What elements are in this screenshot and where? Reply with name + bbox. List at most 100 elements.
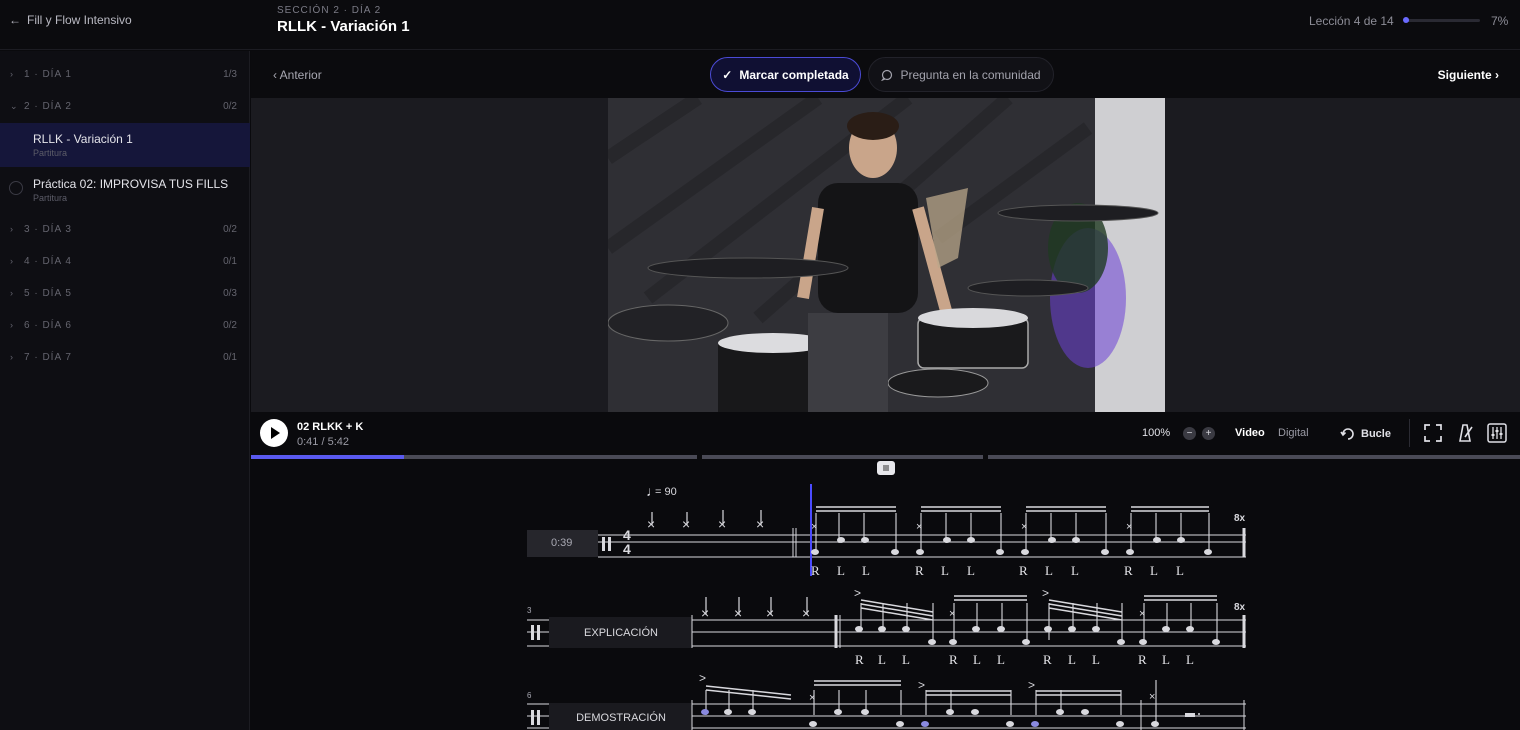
day-label: 3 · DÍA 3 (24, 224, 72, 235)
day-count: 0/1 (223, 352, 237, 363)
svg-text:>: > (1028, 678, 1035, 692)
day-label: 4 · DÍA 4 (24, 256, 72, 267)
svg-text:L: L (973, 652, 981, 667)
svg-text:R: R (855, 652, 864, 667)
chevron-right-icon: › (10, 320, 14, 330)
ask-community-button[interactable]: Pregunta en la comunidad (868, 57, 1054, 92)
sheet-music-panel: × × × × × × × × 44 ♩ = 90 0:39 8x RLL RLL RLL … (251, 460, 1520, 730)
sidebar-day-1[interactable]: › 1 · DÍA 1 1/3 (0, 63, 250, 87)
sidebar-lesson-practica-02[interactable]: Práctica 02: IMPROVISA TUS FILLS Partitu… (0, 168, 250, 212)
svg-text:×: × (682, 516, 690, 532)
svg-text:>: > (854, 586, 861, 600)
svg-text:R: R (949, 652, 958, 667)
sidebar-day-4[interactable]: › 4 · DÍA 4 0/1 (0, 250, 250, 274)
svg-text:4: 4 (623, 541, 631, 557)
timeline-segment-3[interactable] (988, 455, 1520, 459)
video-frame-drummer-image (608, 98, 1165, 412)
section-label-explicacion: EXPLICACIÓN (584, 626, 658, 639)
video-area[interactable] (251, 98, 1520, 412)
sidebar-day-2[interactable]: ⌄ 2 · DÍA 2 0/2 (0, 95, 250, 119)
svg-text:×: × (1021, 521, 1027, 533)
sidebar-day-3[interactable]: › 3 · DÍA 3 0/2 (0, 218, 250, 242)
mode-digital-toggle[interactable]: Digital (1278, 427, 1309, 439)
progress-marker (1403, 17, 1409, 23)
svg-text:×: × (949, 608, 955, 620)
staff-row-2 (527, 595, 1246, 648)
zoom-out-button[interactable]: − (1183, 427, 1196, 440)
svg-text:×: × (734, 605, 742, 621)
repeat-count-1: 8x (1234, 513, 1246, 524)
sidebar-day-7[interactable]: › 7 · DÍA 7 0/1 (0, 346, 250, 370)
svg-text:>: > (918, 678, 925, 692)
lesson-progress-text: Lección 4 de 14 (1309, 14, 1394, 28)
svg-text:R: R (1124, 563, 1133, 578)
chevron-right-icon: › (10, 256, 14, 266)
sticking-row-1: RLL RLL RLL RLL (811, 563, 1184, 578)
day-count: 0/2 (223, 101, 237, 112)
svg-text:R: R (1138, 652, 1147, 667)
metronome-icon[interactable] (1454, 422, 1476, 444)
ask-community-label: Pregunta en la comunidad (900, 67, 1041, 82)
svg-text:×: × (766, 605, 774, 621)
svg-text:×: × (1126, 521, 1132, 533)
fullscreen-icon[interactable] (1422, 422, 1444, 444)
chevron-right-icon: › (10, 224, 14, 234)
timeline-played-fill (251, 455, 404, 459)
play-button[interactable] (260, 419, 288, 447)
chevron-down-icon: ⌄ (10, 101, 19, 111)
track-name: 02 RLKK + K (297, 421, 364, 433)
player-controls: 02 RLKK + K 0:41 / 5:42 100% − + Video D… (251, 412, 1520, 454)
svg-text:L: L (862, 563, 870, 578)
measure-number-3: 3 (527, 606, 532, 615)
svg-text:R: R (915, 563, 924, 578)
loop-button[interactable]: Bucle (1340, 426, 1391, 442)
previous-lesson-link[interactable]: ‹ Anterior (273, 68, 322, 82)
svg-text:L: L (878, 652, 886, 667)
svg-text:L: L (1186, 652, 1194, 667)
controls-divider (1409, 419, 1410, 447)
lesson-video[interactable] (608, 98, 1165, 412)
svg-text:×: × (1149, 691, 1155, 703)
drum-notation: × × × × × × × × 44 ♩ = 90 0:39 8x RLL RLL RLL … (527, 483, 1246, 730)
svg-text:L: L (1092, 652, 1100, 667)
day-count: 1/3 (223, 69, 237, 80)
sidebar-day-6[interactable]: › 6 · DÍA 6 0/2 (0, 314, 250, 338)
lesson-title: Práctica 02: IMPROVISA TUS FILLS (33, 177, 229, 191)
measure-number-6: 6 (527, 691, 532, 700)
day-count: 0/2 (223, 224, 237, 235)
time-marker: 0:39 (551, 537, 572, 549)
svg-text:×: × (802, 605, 810, 621)
day-label: 2 · DÍA 2 (24, 101, 72, 112)
course-progress-bar (1404, 19, 1480, 22)
svg-text:L: L (1162, 652, 1170, 667)
check-icon: ✓ (722, 67, 733, 82)
sidebar-lesson-rllk-variacion-1[interactable]: RLLK - Variación 1 Partitura (0, 123, 250, 167)
svg-text:L: L (1150, 563, 1158, 578)
chevron-right-icon: › (10, 352, 14, 362)
mixer-icon[interactable] (1486, 422, 1508, 444)
svg-text:>: > (1042, 586, 1049, 600)
next-lesson-link[interactable]: Siguiente › (1438, 68, 1499, 82)
course-title: Fill y Flow Intensivo (27, 13, 132, 27)
timeline-segment-1[interactable] (251, 455, 697, 459)
section-label: SECCIÓN 2 · DÍA 2 (277, 5, 382, 16)
incomplete-circle-icon (9, 181, 23, 195)
svg-text:×: × (811, 521, 817, 533)
svg-text:L: L (902, 652, 910, 667)
day-label: 1 · DÍA 1 (24, 69, 72, 80)
timeline-segment-2[interactable] (702, 455, 983, 459)
chat-bubble-icon (881, 69, 893, 81)
mark-complete-button[interactable]: ✓ Marcar completada (710, 57, 861, 92)
svg-text:R: R (1019, 563, 1028, 578)
svg-text:L: L (1071, 563, 1079, 578)
back-to-course-link[interactable]: ← Fill y Flow Intensivo (9, 13, 132, 27)
chevron-right-icon: › (10, 69, 14, 79)
svg-text:×: × (647, 516, 655, 532)
mode-video-toggle[interactable]: Video (1235, 427, 1265, 439)
zoom-in-button[interactable]: + (1202, 427, 1215, 440)
arrow-left-icon: ← (9, 13, 21, 27)
day-label: 7 · DÍA 7 (24, 352, 72, 363)
sidebar-day-5[interactable]: › 5 · DÍA 5 0/3 (0, 282, 250, 306)
svg-text:R: R (1043, 652, 1052, 667)
chevron-right-icon: › (10, 288, 14, 298)
